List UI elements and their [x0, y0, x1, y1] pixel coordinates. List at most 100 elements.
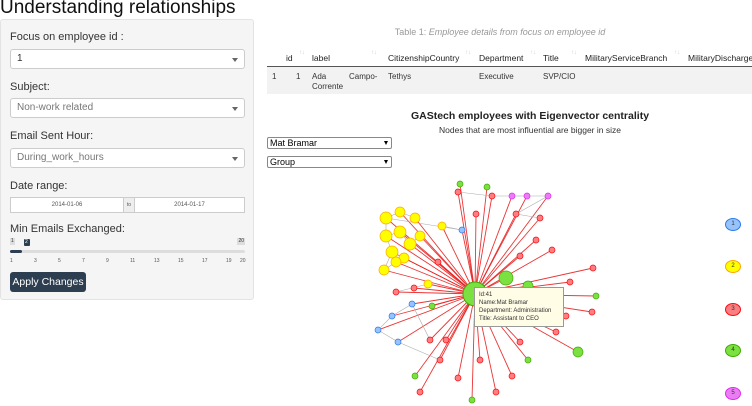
date-to-label: to — [124, 197, 134, 213]
graph-node — [385, 245, 399, 259]
graph-node — [532, 236, 540, 244]
cell-label: Ada Corrente — [312, 72, 343, 92]
legend-group-3[interactable]: 3 — [725, 303, 741, 316]
col-header-title[interactable]: Title — [543, 53, 559, 63]
subject-label: Subject: — [10, 81, 50, 93]
graph-node — [394, 338, 402, 346]
table-caption: Table 1: Employee details from focus on … — [267, 27, 733, 37]
graph-node — [434, 258, 442, 266]
subject-select[interactable]: Non-work related — [10, 98, 245, 118]
legend-group-5[interactable]: 5 — [725, 387, 741, 400]
caret-down-icon — [384, 160, 388, 164]
legend-group-4[interactable]: 4 — [725, 344, 741, 357]
graph-edge — [377, 329, 399, 343]
slider-tick-label: 11 — [130, 258, 136, 264]
legend-group-2[interactable]: 2 — [725, 260, 741, 273]
page-title: Understanding relationships — [0, 0, 236, 18]
graph-node — [379, 229, 393, 243]
hour-select[interactable]: During_work_hours — [10, 148, 245, 168]
graph-node — [428, 302, 436, 310]
tooltip-name: Name:Mat Bramar — [479, 300, 529, 306]
graph-node — [523, 192, 531, 200]
col-header-military-discharge[interactable]: MilitaryDischarge — [688, 53, 752, 63]
sort-icon[interactable]: ↑↓ — [465, 50, 471, 56]
graph-node — [544, 192, 552, 200]
chart-subtitle: Nodes that are most influential are bigg… — [439, 125, 621, 135]
caret-down-icon — [232, 58, 238, 62]
col-header-military-branch[interactable]: MilitaryServiceBranch — [585, 53, 667, 63]
graph-node — [472, 210, 480, 218]
chart-title: GAStech employees with Eigenvector centr… — [410, 110, 650, 122]
tooltip-title: Title: Assistant to CEO — [479, 316, 539, 322]
graph-node — [524, 356, 532, 364]
caret-down-icon — [232, 107, 238, 111]
apply-changes-button[interactable]: Apply Changes — [10, 272, 86, 292]
caret-down-icon — [384, 141, 388, 145]
slider-tick-label: 15 — [178, 258, 184, 264]
slider-track[interactable] — [10, 250, 245, 253]
graph-edge — [391, 303, 413, 317]
graph-node — [390, 256, 402, 268]
hour-label: Email Sent Hour: — [10, 130, 94, 142]
graph-node — [588, 308, 596, 316]
graph-node — [408, 300, 416, 308]
slider-tick-label: 7 — [82, 258, 85, 264]
graph-edge — [515, 195, 549, 215]
graph-node — [508, 192, 516, 200]
slider-tick-label: 13 — [154, 258, 160, 264]
slider-tick-label: 5 — [58, 258, 61, 264]
select-group-dropdown[interactable]: Group — [267, 156, 392, 168]
node-tooltip: Id:41 Name:Mat Bramar Department: Admini… — [474, 287, 564, 327]
graph-node — [458, 226, 466, 234]
focus-employee-select[interactable]: 1 — [10, 49, 245, 69]
col-header-department[interactable]: Department — [479, 53, 523, 63]
graph-node — [516, 252, 524, 260]
employee-table: id ↑↓ label ↑↓ CitizenshipCountry ↑↓ Dep… — [267, 46, 752, 94]
graph-node — [476, 356, 484, 364]
graph-node — [488, 192, 496, 200]
sort-icon[interactable]: ↑↓ — [299, 50, 305, 56]
sort-icon[interactable]: ↑↓ — [674, 50, 680, 56]
date-start-input[interactable]: 2014-01-06 — [10, 197, 124, 213]
select-group-value: Group — [270, 157, 296, 167]
slider-tick-label: 1 — [10, 258, 13, 264]
graph-edge — [419, 293, 476, 393]
col-header-label[interactable]: label — [312, 53, 330, 63]
graph-node — [378, 264, 390, 276]
graph-node — [388, 312, 396, 320]
cell-id: 1 — [296, 72, 301, 81]
date-end-input[interactable]: 2014-01-17 — [134, 197, 245, 213]
graph-node — [416, 388, 424, 396]
cell-department: Executive — [479, 72, 514, 81]
graph-node — [592, 292, 600, 300]
col-header-id[interactable]: id — [286, 53, 293, 63]
graph-node — [552, 328, 560, 336]
legend-group-1[interactable]: 1 — [725, 218, 741, 231]
slider-tick-label: 17 — [202, 258, 208, 264]
graph-edge — [474, 195, 493, 295]
graph-node — [468, 396, 476, 404]
graph-edge — [457, 293, 476, 379]
select-node-dropdown[interactable]: Mat Bramar — [267, 137, 392, 149]
table-row[interactable]: 1 1 Ada Corrente Campo- Tethys Executive … — [267, 67, 752, 94]
graph-node — [374, 326, 382, 334]
slider-tick-label: 3 — [34, 258, 37, 264]
graph-node — [410, 284, 418, 292]
sort-icon[interactable]: ↑↓ — [371, 50, 377, 56]
graph-node — [426, 336, 434, 344]
graph-node — [483, 183, 491, 191]
graph-node — [436, 356, 444, 364]
col-header-country[interactable]: CitizenshipCountry — [388, 53, 459, 63]
caption-prefix: Table 1: — [394, 27, 429, 37]
sort-icon[interactable]: ↑↓ — [571, 50, 577, 56]
date-label: Date range: — [10, 180, 68, 192]
graph-node — [498, 270, 514, 286]
graph-edge — [457, 191, 493, 197]
select-node-value: Mat Bramar — [270, 138, 318, 148]
slider-tick-label: 19 — [226, 258, 232, 264]
sort-icon[interactable]: ↑↓ — [530, 50, 536, 56]
caret-down-icon — [232, 157, 238, 161]
graph-node — [572, 346, 584, 358]
graph-node — [492, 388, 500, 396]
slider-min-label: 1 — [10, 238, 15, 245]
